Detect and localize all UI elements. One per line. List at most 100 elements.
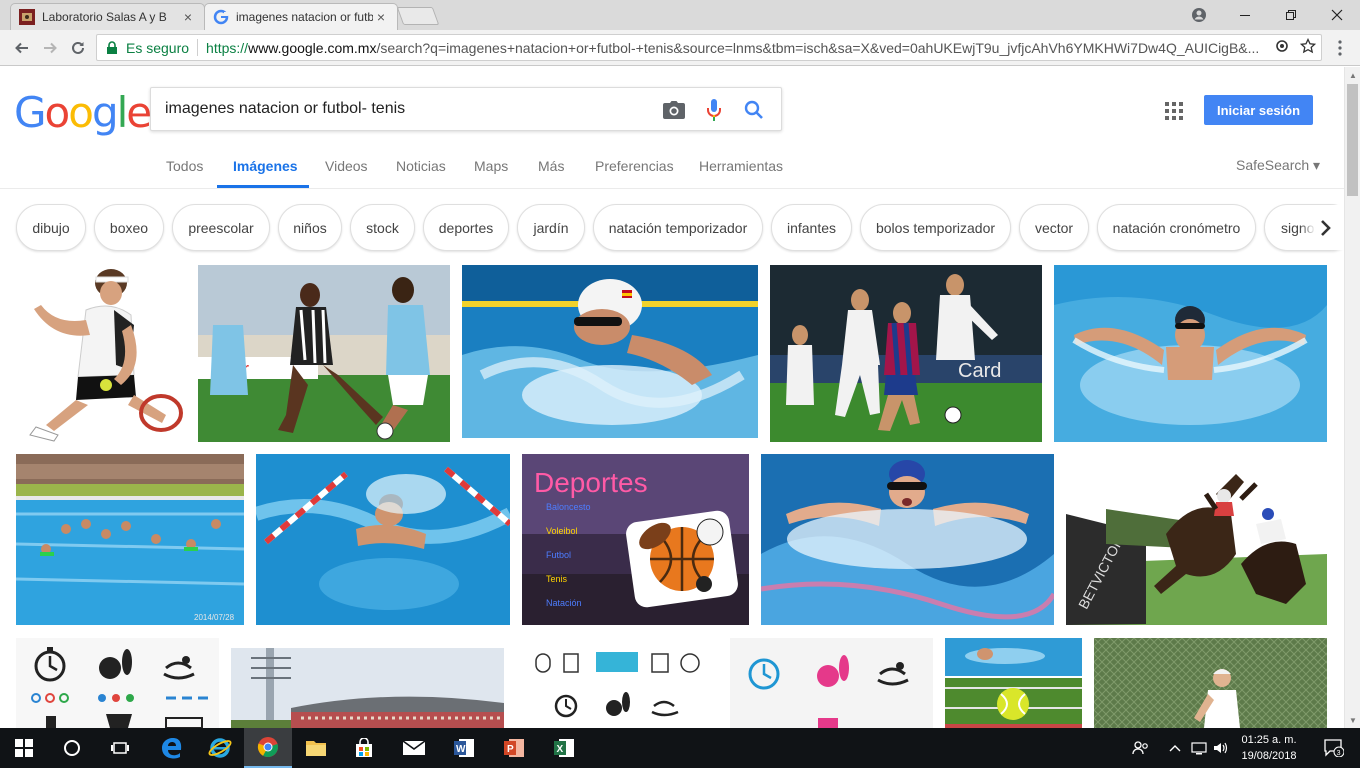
notification-count: 3 [1337, 750, 1341, 757]
tab-close-icon[interactable]: × [180, 9, 196, 25]
image-result-stadium[interactable] [231, 648, 504, 728]
chip-natacion-cronometro[interactable]: natación cronómetro [1097, 204, 1256, 251]
image-result-tennis-player[interactable] [16, 265, 183, 442]
internet-explorer-icon[interactable] [196, 728, 244, 768]
chip-infantes[interactable]: infantes [771, 204, 852, 251]
restore-button[interactable] [1268, 0, 1314, 30]
task-view-icon[interactable] [96, 728, 144, 768]
image-result-swimmer-cap[interactable] [462, 265, 758, 438]
image-result-sport-icons-3[interactable] [730, 638, 933, 728]
powerpoint-icon[interactable]: P [490, 728, 538, 768]
image-result-soccer-duel[interactable]: corr [198, 265, 450, 442]
search-box [150, 87, 782, 131]
tab-close-icon[interactable]: × [373, 9, 389, 25]
system-clock[interactable]: 01:25 a. m. 19/08/2018 [1232, 732, 1306, 764]
profile-icon[interactable] [1176, 0, 1222, 30]
page-scrollbar[interactable]: ▲ ▼ [1344, 67, 1360, 728]
windows-taskbar: W P X 01:25 a. m. 19/08/2018 3 [0, 728, 1360, 768]
tab-herramientas[interactable]: Herramientas [699, 158, 783, 174]
url-scheme: https:// [206, 39, 249, 56]
poster-item: Tenis [546, 574, 568, 584]
chip-ninos[interactable]: niños [278, 204, 342, 251]
clock-date: 19/08/2018 [1241, 750, 1297, 762]
omnibox-divider [197, 39, 199, 56]
url-text[interactable]: https://www.google.com.mx/search?q=image… [206, 40, 1269, 56]
store-icon[interactable] [340, 728, 388, 768]
tab-google-images[interactable]: imagenes natacion or futbol- tenis × [204, 3, 398, 30]
image-result-soccer-messi[interactable]: Card [770, 265, 1042, 442]
google-logo[interactable]: Google [14, 88, 152, 137]
scroll-down-arrow-icon[interactable]: ▼ [1345, 712, 1360, 728]
scroll-thumb[interactable] [1347, 84, 1358, 196]
image-result-butterfly-swimmer[interactable] [1054, 265, 1327, 442]
edge-browser-icon[interactable] [148, 728, 196, 768]
image-result-outdoor-pool[interactable]: 2014/07/28 [16, 454, 244, 625]
search-icon[interactable] [741, 97, 767, 123]
reload-button[interactable] [66, 36, 90, 60]
tab-todos[interactable]: Todos [166, 158, 203, 174]
tab-noticias[interactable]: Noticias [396, 158, 446, 174]
image-result-sport-icons-2[interactable] [528, 648, 707, 728]
chip-boxeo[interactable]: boxeo [94, 204, 164, 251]
tab-imagenes[interactable]: Imágenes [233, 158, 298, 174]
safesearch-dropdown[interactable]: SafeSearch ▾ [1236, 157, 1320, 174]
apps-grid-icon[interactable] [1164, 101, 1184, 121]
new-tab-button[interactable] [396, 7, 440, 25]
mail-icon[interactable] [390, 728, 438, 768]
clock-time: 01:25 a. m. [1241, 734, 1297, 746]
camera-icon[interactable] [661, 97, 687, 123]
microphone-icon[interactable] [701, 97, 727, 123]
image-result-sport-icons-1[interactable] [16, 638, 219, 728]
image-result-tennis-woman[interactable] [1094, 638, 1327, 728]
image-result-deportes-poster[interactable]: Deportes Baloncesto Voleibol Futbol Teni… [522, 454, 749, 625]
bookmark-star-icon[interactable] [1295, 37, 1321, 58]
tab-maps[interactable]: Maps [474, 158, 508, 174]
cortana-search-icon[interactable] [48, 728, 96, 768]
address-bar[interactable]: Es seguro https://www.google.com.mx/sear… [96, 34, 1322, 61]
start-button[interactable] [0, 728, 48, 768]
search-input[interactable] [165, 98, 645, 120]
location-target-icon[interactable] [1269, 39, 1295, 57]
chip-natacion-temporizador[interactable]: natación temporizador [593, 204, 763, 251]
image-result-swimmer-goggles[interactable] [761, 454, 1054, 625]
chip-bolos-temporizador[interactable]: bolos temporizador [860, 204, 1011, 251]
chrome-taskbar-icon[interactable] [244, 728, 292, 768]
search-nav: Todos Imágenes Videos Noticias Maps Más … [0, 147, 1344, 189]
action-center-icon[interactable]: 3 [1314, 728, 1354, 768]
logo-letter: e [126, 88, 152, 137]
file-explorer-icon[interactable] [292, 728, 340, 768]
word-icon[interactable]: W [440, 728, 488, 768]
chip-deportes[interactable]: deportes [423, 204, 509, 251]
active-tab-indicator [217, 185, 309, 188]
people-icon[interactable] [1126, 728, 1156, 768]
signin-button[interactable]: Iniciar sesión [1204, 95, 1313, 125]
chip-vector[interactable]: vector [1019, 204, 1089, 251]
back-button[interactable] [10, 36, 34, 60]
site-favicon-icon [19, 9, 35, 25]
poster-item: Voleibol [546, 526, 578, 536]
tab-preferencias[interactable]: Preferencias [595, 158, 674, 174]
chip-dibujo[interactable]: dibujo [16, 204, 86, 251]
show-hidden-icons-icon[interactable] [1164, 728, 1186, 768]
forward-button[interactable] [38, 36, 62, 60]
minimize-button[interactable] [1222, 0, 1268, 30]
excel-icon[interactable]: X [540, 728, 588, 768]
url-host: www.google.com.mx [248, 39, 377, 56]
chips-next-arrow-icon[interactable] [1300, 205, 1344, 250]
lock-icon [107, 40, 117, 54]
photo-date-stamp: 2014/07/28 [194, 613, 235, 622]
volume-icon[interactable] [1210, 728, 1232, 768]
tab-mas[interactable]: Más [538, 158, 564, 174]
chrome-menu-icon[interactable] [1330, 36, 1350, 60]
close-window-button[interactable] [1314, 0, 1360, 30]
tab-laboratorio[interactable]: Laboratorio Salas A y B × [10, 3, 205, 30]
image-result-horse-race[interactable]: BETVICTOR [1066, 454, 1327, 625]
image-result-freestyle-swimmer[interactable] [256, 454, 510, 625]
image-result-tennis-collage[interactable] [945, 638, 1082, 728]
chip-preescolar[interactable]: preescolar [172, 204, 270, 251]
scroll-up-arrow-icon[interactable]: ▲ [1345, 67, 1360, 83]
chip-stock[interactable]: stock [350, 204, 415, 251]
tab-videos[interactable]: Videos [325, 158, 368, 174]
chip-jardin[interactable]: jardín [517, 204, 585, 251]
network-icon[interactable] [1188, 728, 1210, 768]
